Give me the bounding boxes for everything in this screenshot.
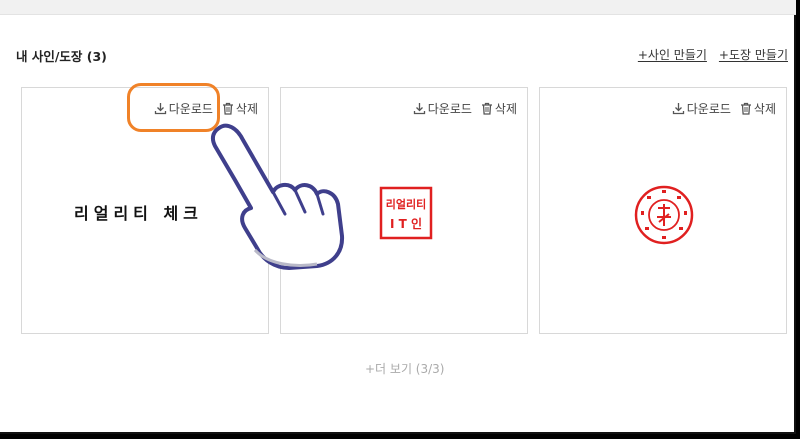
download-icon (672, 103, 684, 115)
download-icon (413, 103, 425, 115)
add-sign-button[interactable]: +사인 만들기 (638, 46, 707, 63)
delete-label: 삭제 (494, 102, 517, 116)
delete-button[interactable]: 삭제 (222, 100, 258, 117)
delete-button[interactable]: 삭제 (740, 100, 776, 117)
download-icon (154, 103, 166, 115)
svg-text:리얼리티: 리얼리티 (386, 197, 426, 211)
download-button[interactable]: 다운로드 (154, 100, 213, 117)
card-tools: 다운로드 삭제 (413, 100, 517, 117)
round-stamp-image (634, 185, 694, 245)
signature-image-text: 리얼리티 체크 (74, 204, 203, 223)
trash-icon (222, 102, 233, 115)
delete-label: 삭제 (753, 102, 776, 116)
download-label: 다운로드 (427, 102, 472, 116)
top-band (0, 0, 796, 15)
square-stamp-image: 리얼리티 I T 인 (379, 186, 433, 240)
download-label: 다운로드 (686, 102, 731, 116)
delete-label: 삭제 (235, 102, 258, 116)
card-tools: 다운로드 삭제 (672, 100, 776, 117)
download-button[interactable]: 다운로드 (672, 100, 731, 117)
download-button[interactable]: 다운로드 (413, 100, 472, 117)
header-actions: +사인 만들기 +도장 만들기 (638, 46, 788, 63)
download-label: 다운로드 (168, 102, 213, 116)
more-button[interactable]: +더 보기 (3/3) (365, 360, 444, 377)
stamp-card-3[interactable]: 다운로드 삭제 (539, 87, 787, 334)
card-tools: 다운로드 삭제 (154, 100, 258, 117)
delete-button[interactable]: 삭제 (481, 100, 517, 117)
section-title: 내 사인/도장 (3) (16, 49, 107, 64)
trash-icon (740, 102, 751, 115)
stamp-card-2[interactable]: 다운로드 삭제 리얼리티 I T 인 (280, 87, 528, 334)
svg-text:I T 인: I T 인 (390, 216, 422, 231)
add-stamp-button[interactable]: +도장 만들기 (719, 46, 788, 63)
page-frame: 내 사인/도장 (3) +사인 만들기 +도장 만들기 다운로드 삭제 리얼리티… (0, 0, 796, 434)
signature-card-1[interactable]: 다운로드 삭제 리얼리티 체크 (21, 87, 269, 334)
trash-icon (481, 102, 492, 115)
